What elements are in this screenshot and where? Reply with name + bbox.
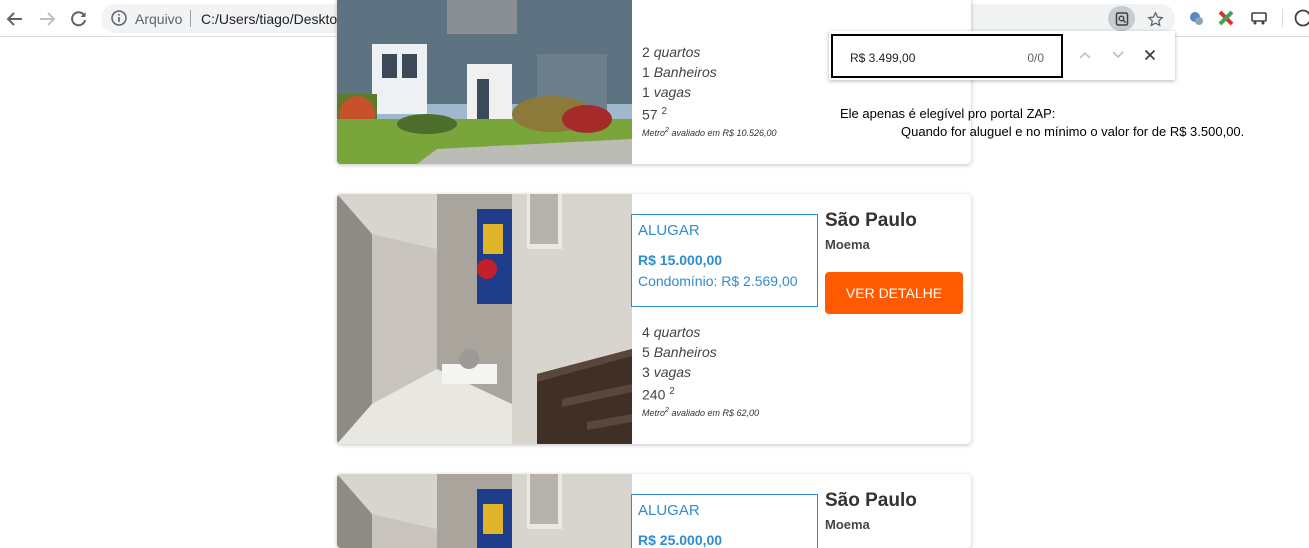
condo-fee: Condomínio: R$ 2.569,00: [638, 273, 798, 289]
find-in-page-icon: [1115, 11, 1128, 26]
rental-price: R$ 25.000,00: [638, 532, 723, 548]
neighborhood-name: Moema: [825, 517, 870, 532]
find-query[interactable]: R$ 3.499,00: [850, 51, 915, 65]
extension-device-icon[interactable]: [1249, 8, 1269, 28]
listing-specs: 2 quartos 1 Banheiros 1 vagas 57 2: [642, 44, 717, 123]
view-detail-button[interactable]: VER DETALHE: [825, 272, 963, 314]
reload-button[interactable]: [66, 6, 92, 32]
forward-button[interactable]: [34, 6, 60, 32]
find-close-button[interactable]: [1140, 45, 1160, 65]
find-match-count: 0/0: [1027, 51, 1044, 65]
arrow-left-icon: [6, 12, 22, 26]
price-per-sqm: Metro2 avaliado em R$ 10.526,00: [642, 127, 777, 138]
listing-card: 2 quartos 1 Banheiros 1 vagas 57 2 Metro…: [337, 0, 971, 164]
listing-photo: [337, 0, 632, 164]
price-box: ALUGAR R$ 15.000,00 Condomínio: R$ 2.569…: [631, 214, 818, 307]
find-next-button[interactable]: [1108, 45, 1128, 65]
listing-photo: [337, 194, 632, 444]
price-box: ALUGAR R$ 25.000,00: [631, 494, 818, 548]
chevron-down-icon: [1112, 51, 1124, 59]
info-icon[interactable]: [111, 10, 127, 31]
scheme-label: Arquivo: [135, 11, 183, 27]
note-line-1: Ele apenas é elegível pro portal ZAP:: [840, 106, 1056, 121]
reload-icon: [71, 11, 86, 27]
business-type: ALUGAR: [638, 222, 700, 239]
price-per-sqm: Metro2 avaliado em R$ 62,00: [642, 407, 759, 418]
listing-specs: 4 quartos 5 Banheiros 3 vagas 240 2: [642, 324, 717, 403]
back-button[interactable]: [2, 6, 28, 32]
find-previous-button[interactable]: [1075, 45, 1095, 65]
listing-card: ALUGAR R$ 25.000,00 São Paulo Moema: [337, 474, 971, 548]
find-in-page-button[interactable]: [1108, 6, 1135, 31]
extension-globe-icon[interactable]: [1186, 8, 1206, 28]
business-type: ALUGAR: [638, 502, 700, 519]
close-icon: [1144, 49, 1156, 61]
city-name: São Paulo: [825, 210, 917, 231]
star-icon: [1146, 10, 1164, 27]
divider: [190, 10, 191, 27]
bookmark-button[interactable]: [1144, 8, 1166, 30]
divider: [1282, 9, 1283, 27]
chevron-up-icon: [1079, 51, 1091, 59]
listing-photo: [337, 474, 632, 548]
note-line-2: Quando for aluguel e no mínimo o valor f…: [901, 124, 1245, 139]
find-input[interactable]: R$ 3.499,00 0/0: [831, 34, 1063, 78]
extension-cross-icon[interactable]: [1216, 8, 1236, 28]
profile-avatar-icon[interactable]: [1293, 8, 1309, 28]
rental-price: R$ 15.000,00: [638, 252, 723, 268]
city-name: São Paulo: [825, 490, 917, 511]
arrow-right-icon: [40, 12, 56, 26]
find-bar: R$ 3.499,00 0/0: [829, 31, 1175, 80]
listing-card: ALUGAR R$ 15.000,00 Condomínio: R$ 2.569…: [337, 194, 971, 444]
neighborhood-name: Moema: [825, 237, 870, 252]
